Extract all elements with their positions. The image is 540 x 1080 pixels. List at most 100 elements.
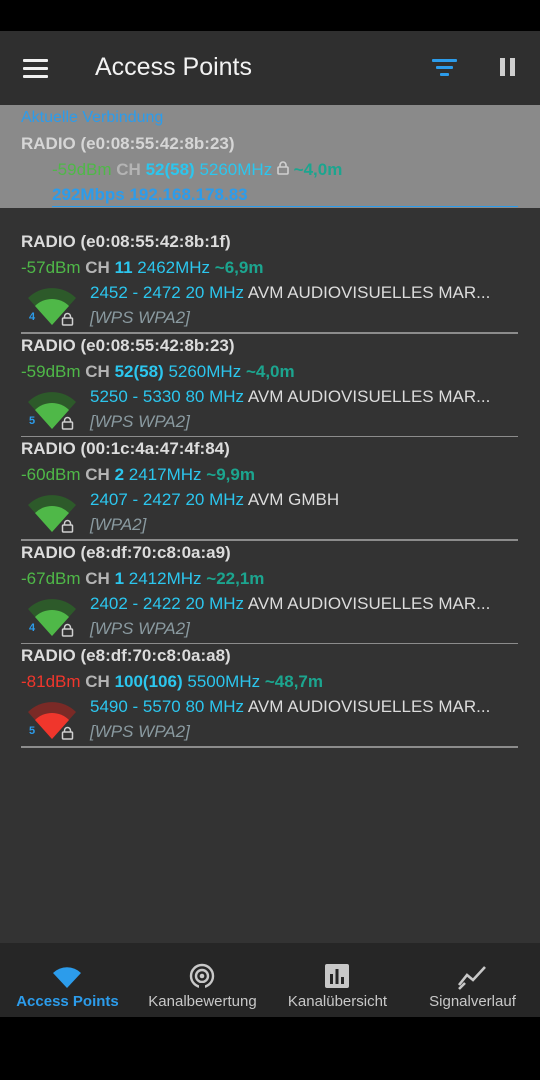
wifi-icon [52,961,82,991]
access-point-list-area[interactable]: Aktuelle Verbindung RADIO (e0:08:55:42:8… [0,105,540,943]
ap-freq: 5500MHz [187,672,261,691]
ap-channel: 2 [114,465,125,484]
list-item[interactable]: RADIO (00:1c:4a:47:4f:84) -60dBm CH 2 24… [0,437,540,541]
wifi-signal-icon [27,490,77,534]
nav-label: Kanalbewertung [148,993,257,1010]
ap-details: 5250 - 5330 80 MHz AVM AUDIOVISUELLES MA… [90,387,520,407]
nav-signalverlauf[interactable]: Signalverlauf [405,943,540,1017]
nav-label: Signalverlauf [429,993,516,1010]
ap-security: [WPS WPA2] [90,722,190,741]
current-speed-ip: 292Mbps 192.168.178.83 [52,185,248,204]
list-item[interactable]: RADIO (e8:df:70:c8:0a:a9) -67dBm CH 1 24… [0,541,540,644]
ap-security: [WPS WPA2] [90,411,190,431]
ap-dbm: -57dBm [21,258,81,277]
ap-distance: ~6,9m [214,258,264,277]
bar-chart-icon [322,961,352,991]
ap-name: RADIO (e0:08:55:42:8b:1f) [21,232,231,251]
current-dbm: -59dBm [52,160,112,179]
list-item[interactable]: RADIO (e8:df:70:c8:0a:a8) -81dBm CH 100(… [0,644,540,748]
ap-vendor: AVM AUDIOVISUELLES MAR... [247,593,491,613]
ap-dbm: -81dBm [21,672,81,691]
ap-freq: 2462MHz [137,258,211,277]
nav-access-points[interactable]: Access Points [0,943,135,1017]
ap-details: 5490 - 5570 80 MHz AVM AUDIOVISUELLES MA… [90,697,520,717]
ap-range: 2402 - 2422 20 MHz [90,593,245,613]
system-navigation-bar [0,1017,540,1080]
wifi-signal-icon: 4 [27,594,77,638]
radar-icon [187,961,217,991]
ap-signal: -59dBm CH 52(58) 5260MHz ~4,0m [21,362,295,382]
filter-icon-line [440,73,449,76]
ap-dbm: -67dBm [21,568,81,588]
current-channel: 52(58) [145,160,195,179]
ap-details: 2402 - 2422 20 MHz AVM AUDIOVISUELLES MA… [90,594,520,614]
ap-range: 5490 - 5570 80 MHz [90,697,245,716]
ap-name: RADIO (e8:df:70:c8:0a:a8) [21,646,231,665]
pause-button[interactable] [494,53,524,83]
wifi-signal-icon: 5 [27,697,77,741]
ap-ch-label: CH [85,361,110,381]
current-ch-label: CH [116,160,141,179]
pause-icon [500,58,505,76]
ap-security: [WPA2] [90,515,147,534]
ap-distance: ~22,1m [206,568,265,588]
line-chart-icon [457,961,487,991]
nav-label: Access Points [16,993,119,1010]
divider [21,746,518,748]
list-item[interactable]: RADIO (e0:08:55:42:8b:1f) -57dBm CH 11 2… [0,230,540,334]
ap-range: 2407 - 2427 20 MHz [90,490,245,509]
nav-kanaluebersicht[interactable]: Kanalübersicht [270,943,405,1017]
ap-ch-label: CH [85,672,110,691]
ap-distance: ~4,0m [245,361,295,381]
ap-name: RADIO (00:1c:4a:47:4f:84) [21,439,230,458]
ap-name: RADIO (e8:df:70:c8:0a:a9) [21,542,231,562]
menu-icon-line [23,67,48,70]
ap-signal: -67dBm CH 1 2412MHz ~22,1m [21,569,264,589]
list-item[interactable]: RADIO (e0:08:55:42:8b:23) -59dBm CH 52(5… [0,334,540,437]
ap-details: 2452 - 2472 20 MHz AVM AUDIOVISUELLES MA… [90,283,520,303]
ap-channel: 11 [114,258,133,277]
current-ap-signal: -59dBm CH 52(58) 5260MHz ~4,0m [52,160,342,180]
ap-channel: 100(106) [114,672,183,691]
ap-ch-label: CH [85,568,110,588]
pause-icon-bar [510,58,515,76]
ap-signal: -60dBm CH 2 2417MHz ~9,9m [21,465,255,485]
filter-button[interactable] [428,53,462,83]
ap-ch-label: CH [85,258,110,277]
lock-icon [277,160,294,179]
ap-distance: ~9,9m [206,465,255,484]
wifi-band-number: 5 [29,725,36,737]
ap-name: RADIO (e0:08:55:42:8b:23) [21,335,235,355]
current-distance: ~4,0m [293,160,343,179]
ap-ch-label: CH [85,465,110,484]
ap-vendor: AVM GMBH [247,490,340,509]
page-title: Access Points [95,53,253,81]
filter-icon [432,59,457,62]
ap-freq: 5260MHz [168,361,242,381]
divider [52,206,518,207]
ap-freq: 2417MHz [128,465,202,484]
wifi-band-number: 4 [29,621,36,634]
wifi-band-number: 5 [29,414,36,427]
current-ap-name: RADIO (e0:08:55:42:8b:23) [21,134,235,153]
ap-vendor: AVM AUDIOVISUELLES MAR... [247,283,491,302]
ap-channel: 1 [114,568,125,588]
nav-kanalbewertung[interactable]: Kanalbewertung [135,943,270,1017]
ap-freq: 2412MHz [128,568,202,588]
wifi-signal-icon: 5 [27,387,77,431]
app-bar: Access Points [0,31,540,105]
current-connection[interactable]: Aktuelle Verbindung RADIO (e0:08:55:42:8… [0,105,540,208]
nav-label: Kanalübersicht [287,993,388,1010]
current-connection-heading: Aktuelle Verbindung [21,109,164,126]
access-point-list: RADIO (e0:08:55:42:8b:1f) -57dBm CH 11 2… [0,230,540,748]
bottom-navigation: Access Points Kanalbewertung Kanalübersi… [0,943,540,1017]
menu-button[interactable] [20,53,52,83]
ap-security: [WPS WPA2] [90,618,190,638]
current-freq: 5260MHz [199,160,273,179]
menu-icon-line [23,75,48,78]
ap-dbm: -59dBm [21,361,81,381]
menu-icon [23,59,48,62]
ap-dbm: -60dBm [21,465,81,484]
ap-vendor: AVM AUDIOVISUELLES MAR... [247,386,491,406]
ap-details: 2407 - 2427 20 MHz AVM GMBH [90,490,520,510]
